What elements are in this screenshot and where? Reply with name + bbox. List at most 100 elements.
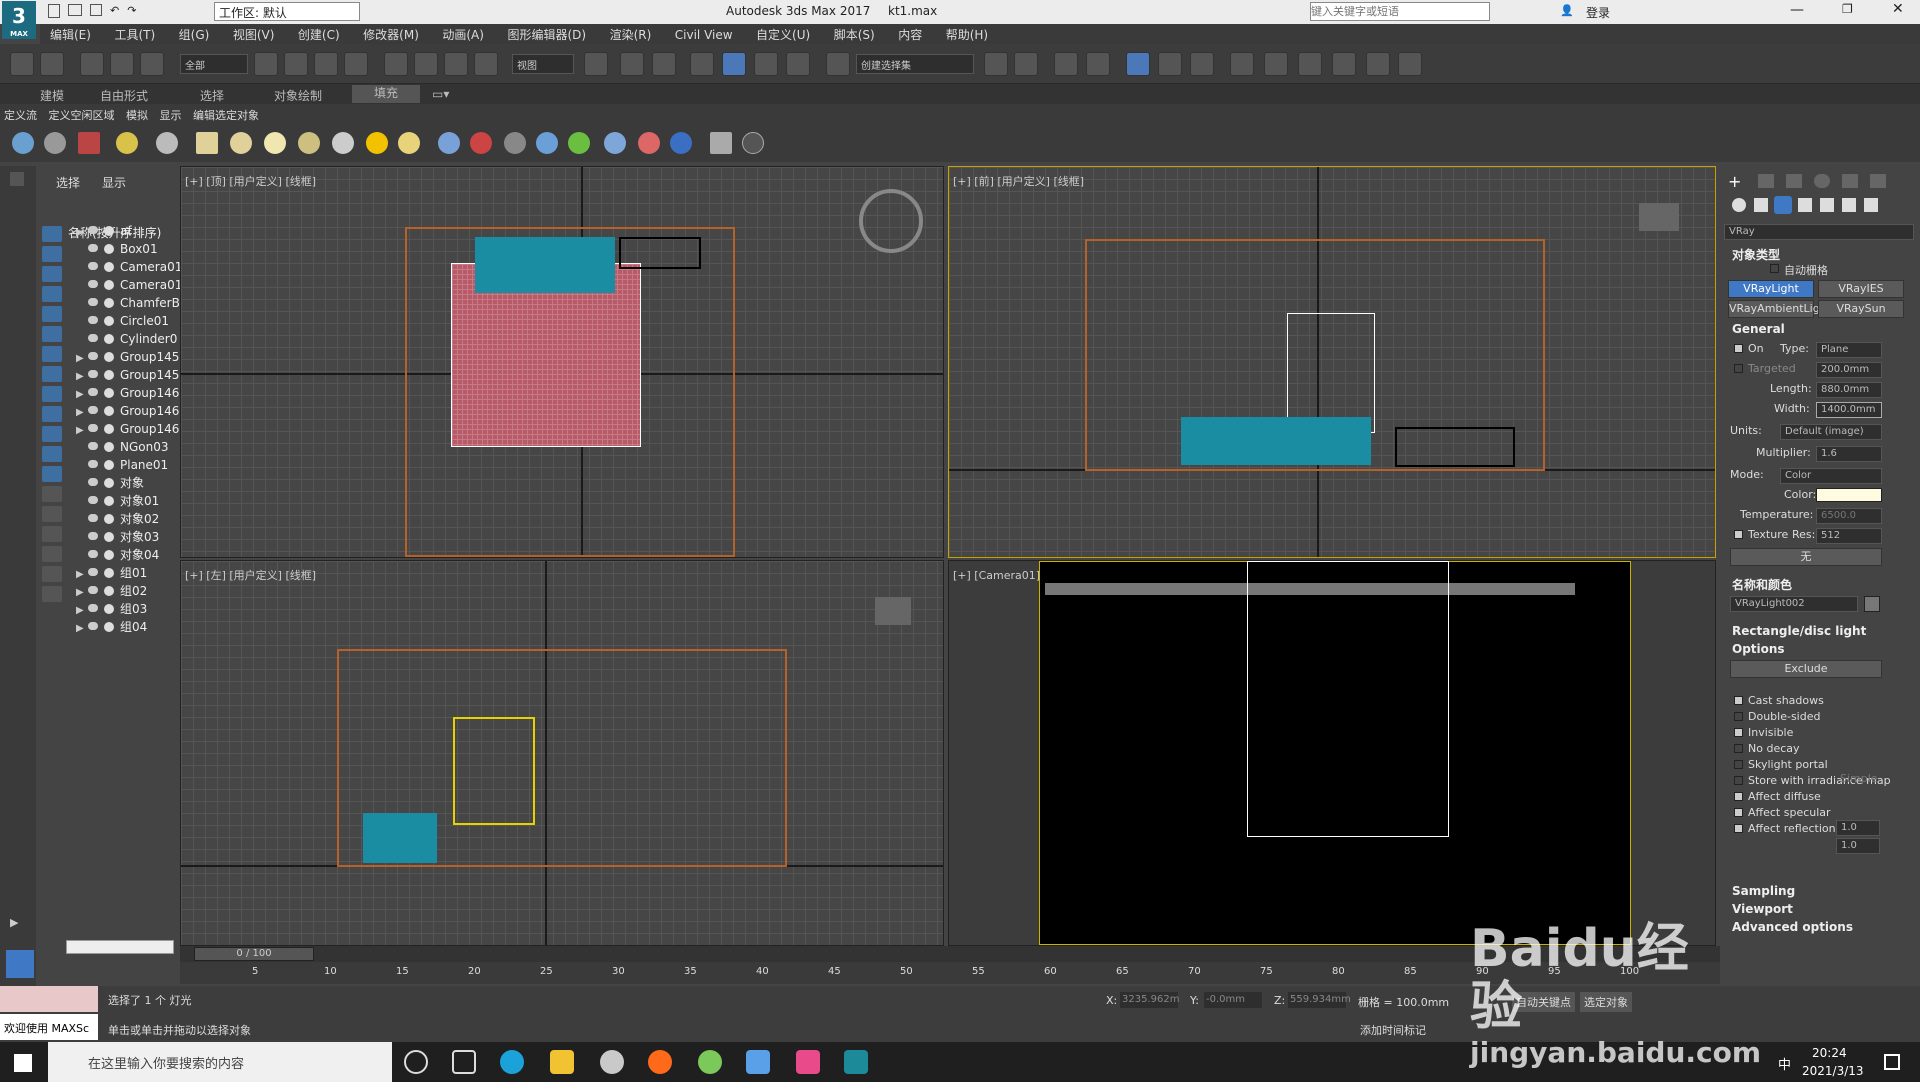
option-checkbox[interactable] [1734,728,1743,737]
mirror-icon[interactable] [984,52,1008,76]
render-cloud-icon[interactable] [1366,52,1390,76]
proxy-icon[interactable] [470,132,492,154]
scene-list-item[interactable]: Circle01 [66,312,176,330]
filter-none-icon[interactable] [42,486,62,502]
visibility-icon[interactable] [88,316,98,324]
undo-icon[interactable] [10,52,34,76]
vraysun-button[interactable]: VRaySun [1818,300,1904,318]
filter-layer-icon[interactable] [42,586,62,602]
filter-xrefs-icon[interactable] [42,366,62,382]
systems-category-icon[interactable] [1864,198,1878,212]
filter-containers-icon[interactable] [42,406,62,422]
align-icon[interactable] [1014,52,1038,76]
cortana-icon[interactable] [404,1050,428,1074]
scene-list-item[interactable]: 对象03 [66,528,176,546]
scene-list-item[interactable]: ▶ Group146 [66,384,179,402]
viewport-header[interactable]: Viewport [1732,902,1793,916]
shapes-category-icon[interactable] [1754,198,1768,212]
options-header[interactable]: Options [1732,642,1785,656]
object-color-swatch[interactable] [1864,596,1880,612]
scene-list-item[interactable]: ▶ Group145 [66,366,179,384]
menu-item[interactable]: 渲染(R) [600,24,662,45]
on-checkbox[interactable] [1734,344,1743,353]
ribbon-item[interactable]: 定义流 [0,104,41,126]
visibility-icon[interactable] [88,532,98,540]
play-sidebar-icon[interactable]: ▶ [10,916,18,929]
edit-named-selection-icon[interactable] [826,52,850,76]
add-time-tag[interactable]: 添加时间标记 [1360,1022,1426,1038]
workspace-select[interactable]: 工作区: 默认 [214,2,360,21]
quick-access-icons[interactable]: ↶ ↷ [48,4,208,20]
visibility-icon[interactable] [88,568,98,576]
link-icon[interactable] [80,52,104,76]
viewcube-icon[interactable] [1639,203,1679,231]
menu-item[interactable]: 自定义(U) [746,24,820,45]
menu-item[interactable]: 编辑(E) [40,24,101,45]
cameras-category-icon[interactable] [1798,198,1812,212]
help-search-input[interactable] [1310,2,1490,21]
menu-item[interactable]: 工具(T) [104,24,165,45]
teapot2-icon[interactable] [298,132,320,154]
scene-list-item[interactable]: ▶ 组01 [66,564,176,582]
vrayambientlight-button[interactable]: VRayAmbientLigh [1728,300,1827,318]
file-explorer-icon[interactable] [550,1050,574,1074]
render-production-icon[interactable] [1332,52,1356,76]
mesh-icon[interactable] [670,132,692,154]
help-icon[interactable] [742,132,764,154]
filter-invert-icon[interactable] [42,506,62,522]
pivot-icon[interactable] [584,52,608,76]
scene-list-item[interactable]: ▶ 组04 [66,618,176,636]
create-tab-icon[interactable]: + [1728,172,1741,191]
scene-list-item[interactable]: Cylinder0 [66,330,177,348]
sphere-icon[interactable] [264,132,286,154]
y-coordinate[interactable]: -0.0mm [1204,992,1262,1008]
new-file-icon[interactable] [48,4,60,18]
utilities-tab-icon[interactable] [1870,174,1886,188]
menu-item[interactable]: 视图(V) [223,24,285,45]
scene-list-item[interactable]: 对象04 [66,546,176,564]
texture-map-button[interactable]: 无 [1730,548,1882,566]
menu-item[interactable]: 修改器(M) [353,24,429,45]
viewcube-icon[interactable] [859,189,923,253]
visibility-icon[interactable] [88,550,98,558]
material-editor-icon[interactable] [1230,52,1254,76]
menu-item[interactable]: 图形编辑器(D) [497,24,596,45]
unlink-icon[interactable] [110,52,134,76]
light-icon[interactable] [116,132,138,154]
filter-frozen-icon[interactable] [42,426,62,442]
option-checkbox[interactable] [1734,744,1743,753]
general-header[interactable]: General [1732,322,1785,336]
advanced-header[interactable]: Advanced options [1732,920,1853,934]
multiplier-field[interactable]: 1.6 [1816,446,1882,462]
cloud-icon[interactable] [44,132,66,154]
scene-list-item[interactable]: Plane01 [66,456,176,474]
scene-list-item[interactable]: ▶ af [66,222,176,240]
vraylight-button[interactable]: VRayLight [1728,280,1814,298]
ribbon-item[interactable]: 显示 [156,104,186,126]
filter-lights-icon[interactable] [42,266,62,282]
close-button[interactable]: ✕ [1892,1,1904,17]
ribbon-options-icon[interactable]: ▭▾ [432,87,449,101]
3dsmax-taskbar-icon[interactable] [844,1050,868,1074]
undo-icon[interactable]: ↶ [110,4,119,20]
scene-explorer-icon[interactable] [1126,52,1150,76]
viewport-top[interactable]: [+] [顶] [用户定义] [线框] [180,166,944,558]
open-file-icon[interactable] [68,4,82,16]
tab-object-paint[interactable]: 对象绘制 [274,87,322,104]
lights-category-icon[interactable] [1774,196,1792,214]
viewport-camera[interactable]: [+] [Camera01] [用户定义] [默认明暗处理] [948,560,1716,946]
scene-list-item[interactable]: Camera01 [66,276,182,294]
visibility-icon[interactable] [88,334,98,342]
visibility-icon[interactable] [88,604,98,612]
clock-time[interactable]: 20:24 [1812,1046,1847,1060]
visibility-icon[interactable] [88,244,98,252]
option-checkbox[interactable] [1734,696,1743,705]
maximize-button[interactable]: ❐ [1842,2,1853,16]
menu-item[interactable]: Civil View [665,26,743,44]
spinner-snap-icon[interactable] [786,52,810,76]
width-field[interactable]: 1400.0mm [1816,402,1882,418]
viewcube-icon[interactable] [875,597,911,625]
hierarchy-tab-icon[interactable] [1786,174,1802,188]
scene-list-item[interactable]: ▶ Group145 [66,348,179,366]
scene-list-item[interactable]: 对象01 [66,492,176,510]
